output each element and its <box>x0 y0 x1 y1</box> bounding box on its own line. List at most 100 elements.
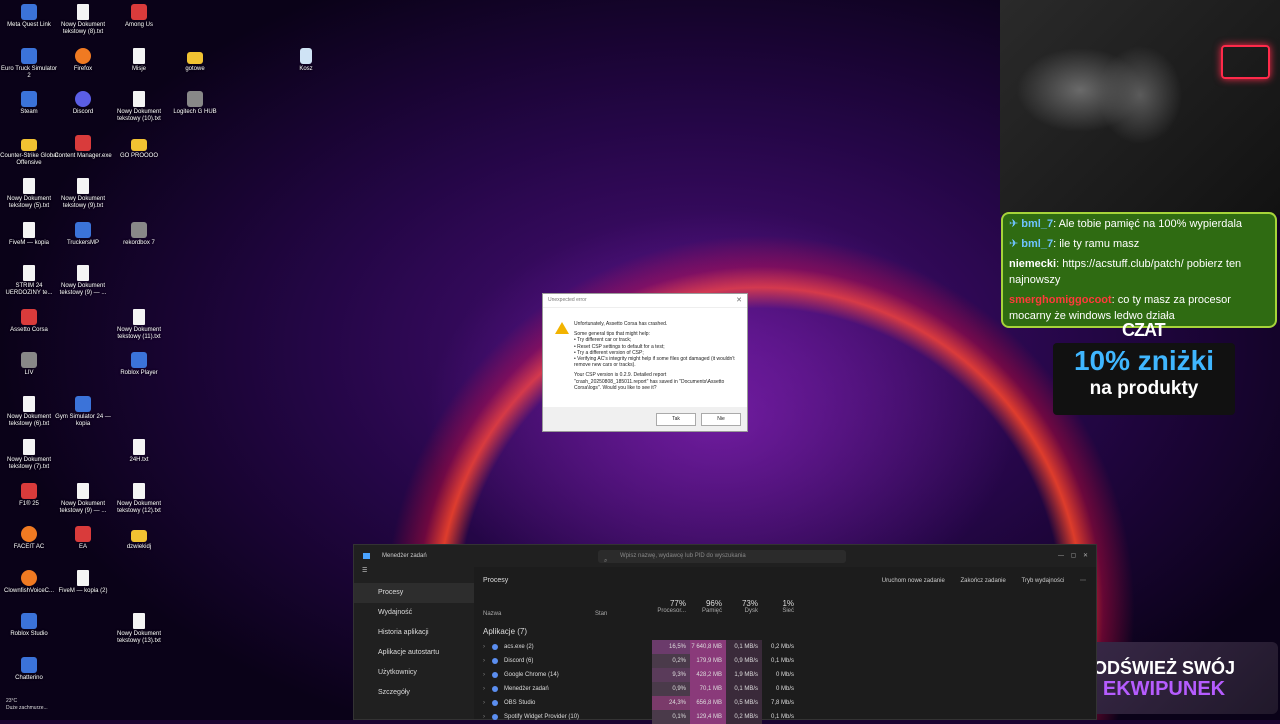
table-row[interactable]: › Menedżer zadań 0,9% 70,1 MB 0,1 MB/s 0 Mb/s <box>474 682 1096 696</box>
desktop-icon[interactable]: F1® 25 <box>0 482 58 508</box>
desktop-icon[interactable]: Among Us <box>110 4 168 29</box>
txt-file-icon <box>77 482 89 499</box>
app-file-icon <box>21 4 37 20</box>
col-memory[interactable]: 96% Pamięć <box>686 599 722 614</box>
close-icon[interactable]: ✕ <box>736 296 742 304</box>
chevron-right-icon: › <box>483 700 485 706</box>
desktop-icon[interactable]: Nowy Dokument tekstowy (9).txt <box>54 178 112 210</box>
cpu-value: 0,9% <box>652 682 690 696</box>
desktop-icon[interactable]: Nowy Dokument tekstowy (11).txt <box>110 308 168 341</box>
network-value: 0,1 Mb/s <box>770 714 794 720</box>
nav-users[interactable]: Użytkownicy <box>354 663 474 683</box>
nav-details[interactable]: Szczegóły <box>354 683 474 703</box>
desktop-icon[interactable]: Meta Quest Link <box>0 4 58 29</box>
desktop-icon[interactable]: Euro Truck Simulator 2 <box>0 47 58 80</box>
app-file-icon <box>21 613 37 629</box>
desktop-icon-label: Nowy Dokument tekstowy (13).txt <box>116 631 161 644</box>
col-name[interactable]: Nazwa <box>483 611 501 617</box>
desktop-icon[interactable]: Nowy Dokument tekstowy (5).txt <box>0 178 58 210</box>
desktop-icon[interactable]: Kosz <box>277 47 335 73</box>
desktop-icon[interactable]: EA <box>54 526 112 551</box>
search-input[interactable]: Wpisz nazwę, wydawcę lub PID do wyszukan… <box>598 550 846 563</box>
table-row[interactable]: › OBS Studio 24,3% 656,8 MB 0,5 MB/s 7,8 Mb/s <box>474 696 1096 710</box>
task-manager-icon <box>363 553 370 559</box>
disk-value: 1,9 MB/s <box>726 668 762 682</box>
network-value: 0,1 Mb/s <box>770 658 794 664</box>
desktop-icon-label: Discord <box>72 109 94 115</box>
desktop-icon[interactable]: LIV <box>0 352 58 377</box>
nav-startup-apps[interactable]: Aplikacje autostartu <box>354 643 474 663</box>
desktop-icon[interactable]: Gym Simulator 24 — kopia <box>54 395 112 428</box>
minimize-icon[interactable]: — <box>1058 553 1064 559</box>
desktop-icon[interactable]: Roblox Player <box>110 352 168 377</box>
more-options-icon[interactable]: ⋯ <box>1080 578 1086 584</box>
maximize-icon[interactable]: ▢ <box>1071 553 1077 559</box>
desktop-icon[interactable]: Nowy Dokument tekstowy (12).txt <box>110 482 168 515</box>
desktop-icon[interactable]: Counter-Strike Global Offensive <box>0 135 58 167</box>
no-button[interactable]: Nie <box>701 413 741 426</box>
desktop-icon[interactable]: Nowy Dokument tekstowy (6).txt <box>0 395 58 428</box>
desktop-icon[interactable]: Steam <box>0 91 58 116</box>
desktop-icon[interactable]: GO PROOOO <box>110 135 168 160</box>
desktop-icon[interactable]: TruckersMP <box>54 221 112 247</box>
desktop-icon[interactable]: ClownfishVoiceC... <box>0 569 58 595</box>
desktop-icon[interactable]: Misje <box>110 47 168 73</box>
desktop-icon[interactable]: Nowy Dokument tekstowy (8).txt <box>54 4 112 36</box>
desktop-icon[interactable]: Chatterino <box>0 656 58 682</box>
desktop-icon[interactable]: Nowy Dokument tekstowy (9) — ... <box>54 482 112 515</box>
cpu-value: 16,5% <box>652 640 690 654</box>
nav-app-history[interactable]: Historia aplikacji <box>354 623 474 643</box>
table-row[interactable]: › Discord (6) 0,2% 179,9 MB 0,9 MB/s 0,1 Mb/s <box>474 654 1096 668</box>
desktop-icon[interactable]: FiveM — kopia (2) <box>54 569 112 595</box>
table-row[interactable]: › Google Chrome (14) 9,3% 428,2 MB 1,9 MB/s 0… <box>474 668 1096 682</box>
col-network[interactable]: 1% Sieć <box>758 599 794 614</box>
run-new-task-button[interactable]: Uruchom nowe zadanie <box>882 578 945 584</box>
orange-file-icon <box>21 569 37 586</box>
desktop-icon[interactable]: 24H.txt <box>110 439 168 464</box>
hamburger-icon[interactable]: ☰ <box>354 567 474 583</box>
nav-performance[interactable]: Wydajność <box>354 603 474 623</box>
desktop-icon[interactable]: Nowy Dokument tekstowy (9) — ... <box>54 265 112 297</box>
desktop-icon[interactable]: Nowy Dokument tekstowy (7).txt <box>0 439 58 471</box>
desktop-icon[interactable]: Content Manager.exe <box>54 134 112 160</box>
desktop-icon[interactable]: Nowy Dokument tekstowy (10).txt <box>110 91 168 123</box>
table-row[interactable]: › acs.exe (2) 16,5% 7 640,8 MB 0,1 MB/s 0,2 M… <box>474 640 1096 654</box>
desktop-icon[interactable]: dzwiekidj <box>110 526 168 551</box>
desktop-icon-label: Misje <box>131 65 146 72</box>
end-task-button[interactable]: Zakończ zadanie <box>960 578 1005 584</box>
close-icon[interactable]: ✕ <box>1083 553 1088 559</box>
weather-widget[interactable]: 23°C Duże zachmurze... <box>6 698 48 712</box>
folder-file-icon <box>187 51 203 64</box>
desktop-icon[interactable]: Assetto Corsa <box>0 308 58 334</box>
txt-file-icon <box>133 308 145 325</box>
memory-value: 7 640,8 MB <box>690 640 726 654</box>
table-row[interactable]: › Spotify Widget Provider (10) 0,1% 129,4 M… <box>474 710 1096 724</box>
desktop-icon-label: STRIM 24 UERDOZINY te... <box>5 283 53 296</box>
desktop-icon-label: Steam <box>20 109 38 115</box>
col-disk[interactable]: 73% Dysk <box>722 599 758 614</box>
col-status[interactable]: Stan <box>595 611 607 617</box>
nav-processes[interactable]: Procesy <box>354 583 474 603</box>
desktop-icon[interactable]: Roblox Studio <box>0 613 58 638</box>
desktop-icon[interactable]: STRIM 24 UERDOZINY te... <box>0 265 58 297</box>
desktop-icon[interactable]: FACEIT AC <box>0 526 58 551</box>
process-name: Spotify Widget Provider (10) <box>504 714 580 720</box>
network-value: 0,2 Mb/s <box>770 644 794 650</box>
desktop-icon-label: Roblox Studio <box>10 631 48 637</box>
desktop-icon[interactable]: Firefox <box>54 47 112 73</box>
network-label: Sieć <box>782 608 794 614</box>
desktop-icon-label: Content Manager.exe <box>54 152 112 159</box>
yes-button[interactable]: Tak <box>656 413 696 426</box>
desktop-icon[interactable]: Logitech G HUB <box>166 91 224 116</box>
desktop-icon[interactable]: Discord <box>54 91 112 116</box>
chat-overlay: ✈ bml_7: Ale tobie pamięć na 100% wypier… <box>1001 212 1277 328</box>
efficiency-mode-button[interactable]: Tryb wydajności <box>1022 578 1065 584</box>
disk-value: 0,1 MB/s <box>726 640 762 654</box>
desktop-icon[interactable]: rekordbox 7 <box>110 221 168 247</box>
network-value: 0 Mb/s <box>775 686 794 692</box>
desktop-icon[interactable]: gotowe <box>166 48 224 73</box>
desktop-icon[interactable]: Nowy Dokument tekstowy (13).txt <box>110 613 168 645</box>
txt-file-icon <box>23 178 35 194</box>
col-cpu[interactable]: 77% Procesor... <box>644 599 686 614</box>
desktop-icon[interactable]: FiveM — kopia <box>0 221 58 247</box>
